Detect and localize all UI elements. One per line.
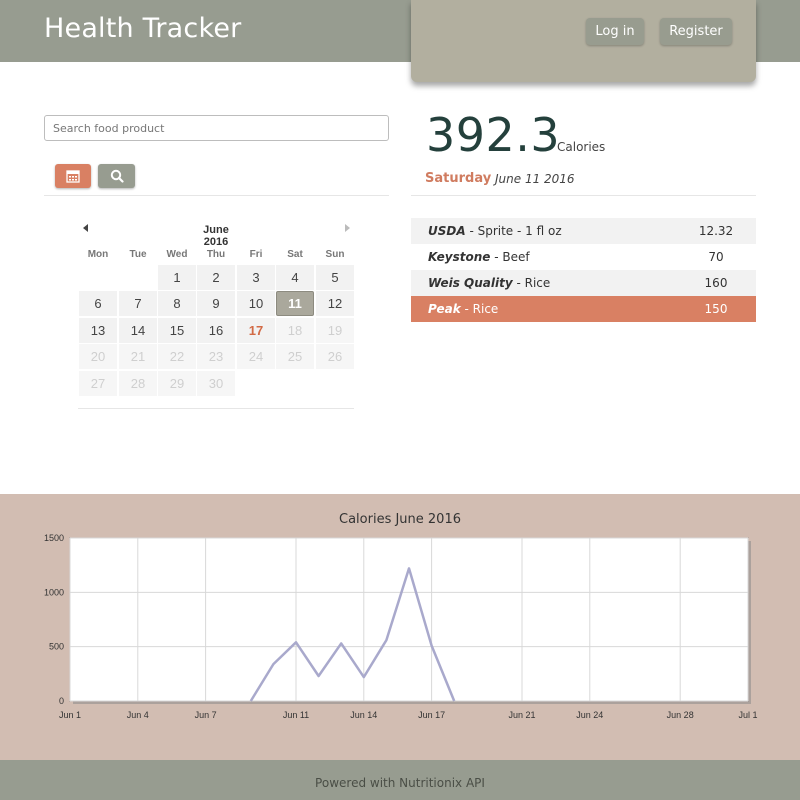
calories-line-chart: 0 500 1000 1500 Jun 1 Jun 4 Jun 7 Jun 11 Jun 14 J… xyxy=(44,533,758,720)
calendar-day[interactable]: 15 xyxy=(158,318,196,343)
food-item[interactable]: Weis Quality - Rice 160 xyxy=(411,270,756,296)
selected-weekday: Saturday xyxy=(425,171,492,186)
weekday-header: Mon xyxy=(87,249,109,260)
left-divider xyxy=(44,195,389,196)
right-divider xyxy=(411,195,756,196)
calendar-icon xyxy=(66,170,80,183)
calorie-unit: Calories xyxy=(557,140,606,154)
calendar-day: 23 xyxy=(197,344,235,369)
calendar-day: 27 xyxy=(79,371,117,396)
calendar-day[interactable]: 8 xyxy=(158,291,196,316)
y-tick-label: 0 xyxy=(59,696,64,706)
x-tick-label: Jun 17 xyxy=(418,710,445,720)
food-brand: Peak xyxy=(428,302,461,316)
x-tick-label: Jun 28 xyxy=(667,710,694,720)
calendar-day[interactable]: 16 xyxy=(197,318,235,343)
food-item[interactable]: Keystone - Beef 70 xyxy=(411,244,756,270)
calendar-day: 22 xyxy=(158,344,196,369)
calendar-toggle-button[interactable] xyxy=(55,164,91,188)
selected-date: June 11 2016 xyxy=(495,172,575,186)
x-tick-label: Jul 1 xyxy=(738,710,757,720)
register-button[interactable]: Register xyxy=(660,18,732,45)
calendar-empty-cell xyxy=(118,265,156,290)
calendar-day: 18 xyxy=(276,318,314,343)
auth-panel: Log in Register xyxy=(411,0,756,82)
calendar-day[interactable]: 12 xyxy=(316,291,354,316)
food-calories: 70 xyxy=(708,250,724,264)
calendar-day: 26 xyxy=(316,344,354,369)
x-tick-label: Jun 24 xyxy=(576,710,603,720)
y-tick-label: 500 xyxy=(49,642,64,652)
plot-area xyxy=(69,537,749,702)
calendar-day-selected[interactable]: 11 xyxy=(276,291,314,316)
x-tick-label: Jun 7 xyxy=(195,710,217,720)
calendar-day: 21 xyxy=(119,344,157,369)
y-tick-label: 1000 xyxy=(44,587,64,597)
prev-month-icon[interactable] xyxy=(83,224,88,232)
weekday-header: Fri xyxy=(249,249,263,260)
food-name: - Rice xyxy=(460,302,499,316)
daily-calorie-total: 392.3 xyxy=(426,108,561,162)
calendar-day[interactable]: 10 xyxy=(237,291,275,316)
calendar-day: 29 xyxy=(158,371,196,396)
y-tick-label: 1500 xyxy=(44,533,64,543)
calendar-month-label[interactable]: June 2016 xyxy=(190,224,242,248)
weekday-header: Tue xyxy=(129,249,147,260)
calendar-day[interactable]: 13 xyxy=(79,318,117,343)
food-item-highlighted[interactable]: Peak - Rice 150 xyxy=(411,296,756,322)
calendar-day: 30 xyxy=(197,371,235,396)
food-name: - Rice xyxy=(512,276,551,290)
login-button[interactable]: Log in xyxy=(586,18,644,45)
calendar-day: 25 xyxy=(276,344,314,369)
calendar-day: 19 xyxy=(316,318,354,343)
calendar-day: 24 xyxy=(237,344,275,369)
calendar-day[interactable]: 9 xyxy=(197,291,235,316)
calendar-day[interactable]: 4 xyxy=(276,265,314,290)
calendar-day[interactable]: 7 xyxy=(119,291,157,316)
x-tick-label: Jun 1 xyxy=(59,710,81,720)
search-button[interactable] xyxy=(98,164,135,188)
weekday-header: Thu xyxy=(206,249,226,260)
food-calories: 12.32 xyxy=(698,224,734,238)
calendar-day: 20 xyxy=(79,344,117,369)
x-tick-label: Jun 11 xyxy=(283,710,309,720)
x-tick-label: Jun 21 xyxy=(508,710,535,720)
food-name: - Beef xyxy=(490,250,530,264)
calendar-day: 28 xyxy=(119,371,157,396)
footer-credit: Powered with Nutritionix API xyxy=(315,776,485,790)
food-brand: Keystone xyxy=(428,250,491,264)
calendar-day[interactable]: 3 xyxy=(237,265,275,290)
next-month-icon[interactable] xyxy=(345,224,350,232)
calendar-day[interactable]: 14 xyxy=(119,318,157,343)
food-brand: Weis Quality xyxy=(428,276,513,290)
calendar-day-today[interactable]: 17 xyxy=(237,318,275,343)
food-brand: USDA xyxy=(428,224,466,238)
weekday-header: Sat xyxy=(287,249,303,260)
chart-section: Calories June 2016 0 500 1000 1500 Jun 1 Jun … xyxy=(0,494,800,760)
food-item[interactable]: USDA - Sprite - 1 fl oz 12.32 xyxy=(411,218,756,244)
footer: Powered with Nutritionix API xyxy=(0,760,800,800)
app-title[interactable]: Health Tracker xyxy=(44,13,241,44)
calendar-day[interactable]: 2 xyxy=(197,265,235,290)
calendar-divider xyxy=(78,408,354,409)
calendar-day[interactable]: 6 xyxy=(79,291,117,316)
calendar-empty-cell xyxy=(78,265,116,290)
x-tick-label: Jun 4 xyxy=(127,710,149,720)
search-food-input[interactable] xyxy=(44,115,389,141)
food-calories: 150 xyxy=(704,302,728,316)
calendar-day[interactable]: 1 xyxy=(158,265,196,290)
food-name: - Sprite - 1 fl oz xyxy=(465,224,562,238)
food-calories: 160 xyxy=(704,276,728,290)
calendar-day[interactable]: 5 xyxy=(316,265,354,290)
weekday-header: Wed xyxy=(166,249,188,260)
x-tick-label: Jun 14 xyxy=(350,710,377,720)
search-icon xyxy=(110,169,124,183)
weekday-header: Sun xyxy=(325,249,345,260)
